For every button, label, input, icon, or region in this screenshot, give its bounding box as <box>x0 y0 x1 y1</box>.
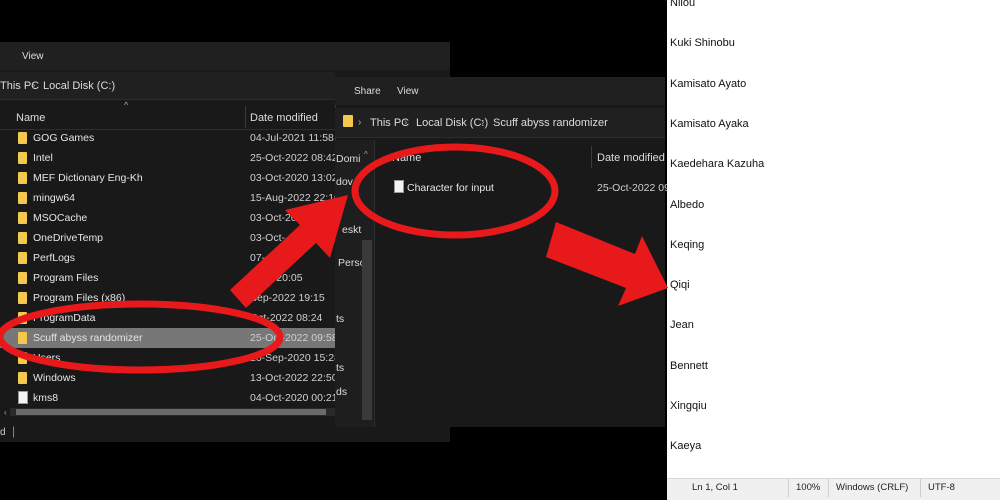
highlight-ellipse-scuff-folder <box>0 300 284 374</box>
highlight-ellipse-character-file <box>351 143 559 239</box>
annotation-overlay <box>0 143 668 374</box>
red-arrow-icon <box>230 195 348 308</box>
red-arrow-icon <box>546 222 668 306</box>
